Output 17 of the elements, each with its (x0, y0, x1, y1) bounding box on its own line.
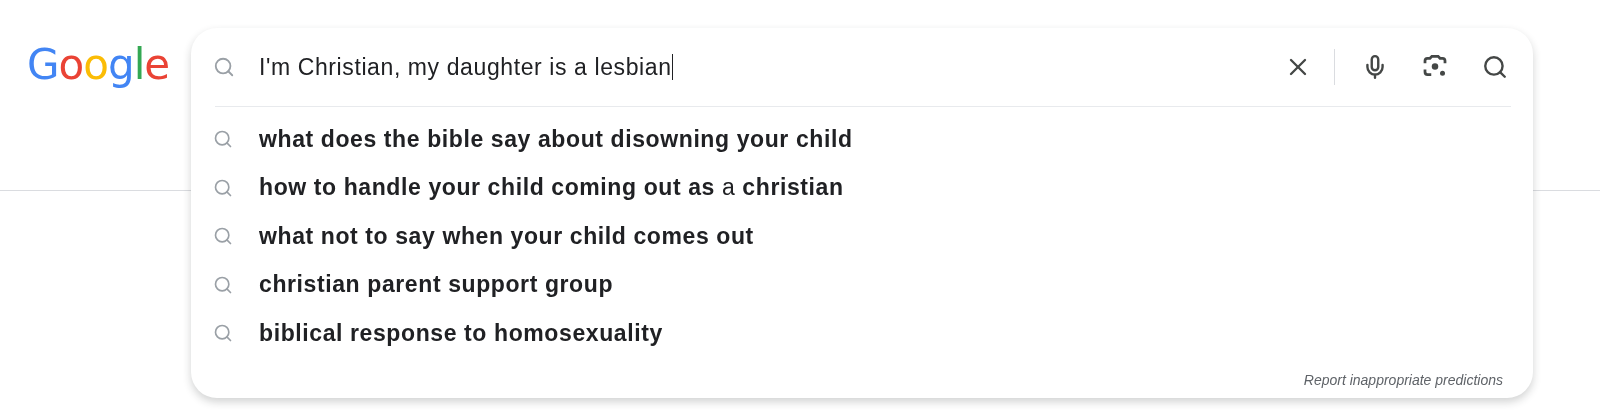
suggestion[interactable]: what not to say when your child comes out (259, 222, 754, 250)
search-icon (1482, 54, 1508, 80)
logo[interactable]: Google (27, 40, 177, 89)
suggestion[interactable]: biblical response to homosexuality (259, 319, 663, 347)
search-icon (213, 226, 233, 247)
search-icon (213, 177, 233, 198)
search-icon (213, 274, 233, 295)
search-box[interactable] (191, 28, 1533, 398)
report-link[interactable]: Report inappropriate predictions (1303, 372, 1503, 388)
search-query: I'm Christian, my daughter is a lesbian (259, 53, 672, 81)
text-cursor (671, 54, 674, 80)
suggestion[interactable]: christian parent support group (259, 271, 614, 299)
search-icon (213, 129, 233, 150)
suggestion[interactable]: what does the bible say about disowning your child (259, 125, 853, 153)
search-icon (213, 56, 235, 78)
search-icon (213, 323, 233, 344)
suggestion[interactable]: how to handle your child coming out as a christian (259, 174, 844, 202)
